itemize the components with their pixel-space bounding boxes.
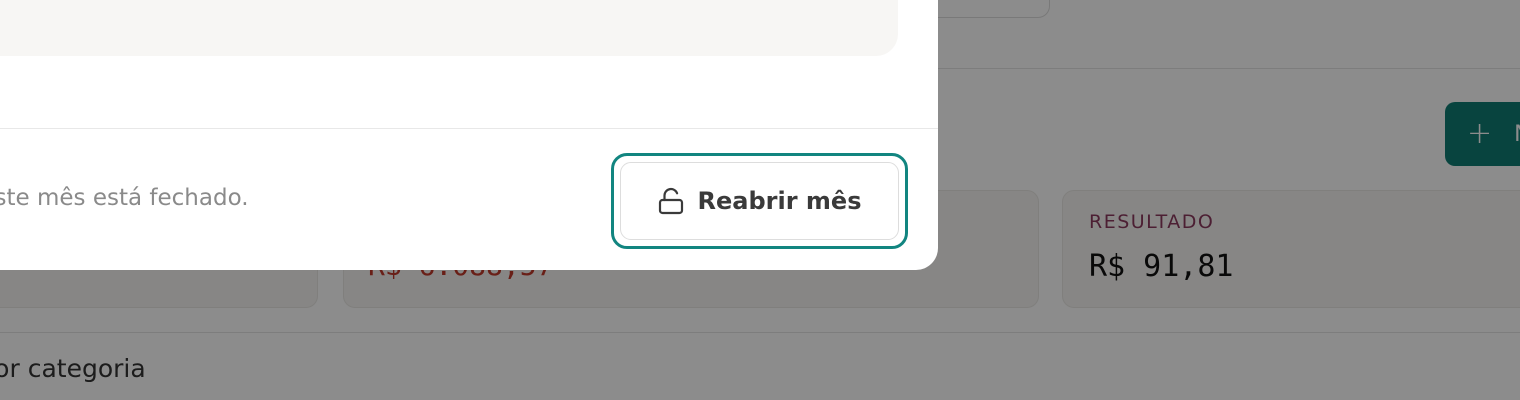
reopen-month-button[interactable]: Reabrir mês <box>620 162 899 240</box>
reopen-month-label: Reabrir mês <box>697 187 862 215</box>
screen: + N R$ 6.088,57 RESULTADO R$ 91,81 Por c… <box>0 0 1520 400</box>
month-closed-dialog: Este mês está fechado. Reabrir mês <box>0 0 938 270</box>
month-closed-message: Este mês está fechado. <box>0 185 249 211</box>
dialog-content-panel <box>0 0 898 56</box>
reopen-button-focus-ring: Reabrir mês <box>611 153 908 249</box>
unlock-icon <box>658 187 684 215</box>
dialog-footer: Este mês está fechado. Reabrir mês <box>0 128 938 270</box>
